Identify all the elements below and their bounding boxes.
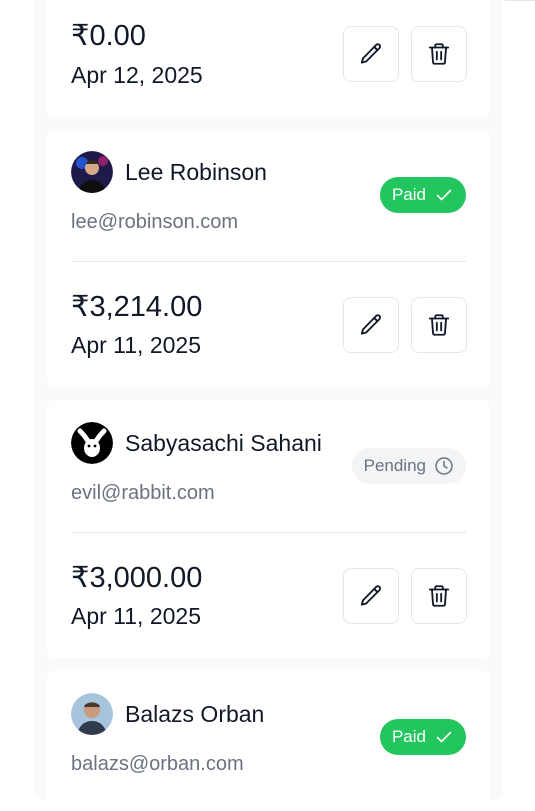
invoice-card: Balazs Orban Paid balazs@orban.com [47,671,490,811]
customer-name: Balazs Orban [125,701,265,727]
edit-button[interactable] [343,297,399,353]
customer-name: Lee Robinson [125,159,267,185]
pencil-icon [360,585,381,606]
invoice-date: Apr 11, 2025 [71,332,202,358]
pencil-icon [360,43,381,64]
clock-icon [435,457,453,475]
trash-icon [428,314,450,336]
status-label: Pending [363,456,426,475]
invoice-card: ₹0.00 Apr 12, 2025 [47,0,490,117]
edit-button[interactable] [343,568,399,624]
divider [71,261,466,262]
avatar-image [71,693,113,735]
status-label: Paid [391,185,426,204]
check-icon [436,731,452,743]
delete-button[interactable] [411,297,467,353]
invoice-date: Apr 12, 2025 [71,62,203,88]
avatar-image [71,151,113,193]
avatar-image [71,422,113,464]
status-label: Paid [391,727,426,746]
status-badge: Paid [379,177,466,213]
invoice-card: Sabyasachi Sahani Pending evil@rabbit.co… [47,400,490,658]
invoice-amount: ₹0.00 [71,20,146,52]
trash-icon [428,585,450,607]
delete-button[interactable] [411,26,467,82]
avatar [71,151,113,193]
invoice-card: Lee Robinson Paid lee@robinson.com ₹3,21… [47,129,490,387]
invoice-amount: ₹3,000.00 [71,562,203,594]
status-badge: Pending [351,448,466,484]
customer-email: balazs@orban.com [71,753,244,775]
customer-email: lee@robinson.com [71,211,239,233]
check-icon [436,189,452,201]
status-badge: Paid [379,719,466,755]
customer-name: Sabyasachi Sahani [125,430,322,456]
avatar [71,422,113,464]
pencil-icon [360,314,381,335]
invoice-amount: ₹3,214.00 [71,291,203,323]
avatar [71,693,113,735]
edit-button[interactable] [343,26,399,82]
customer-email: evil@rabbit.com [71,482,215,504]
invoice-date: Apr 11, 2025 [71,603,202,629]
top-border [505,0,535,1]
trash-icon [428,43,450,65]
divider [71,532,466,533]
delete-button[interactable] [411,568,467,624]
